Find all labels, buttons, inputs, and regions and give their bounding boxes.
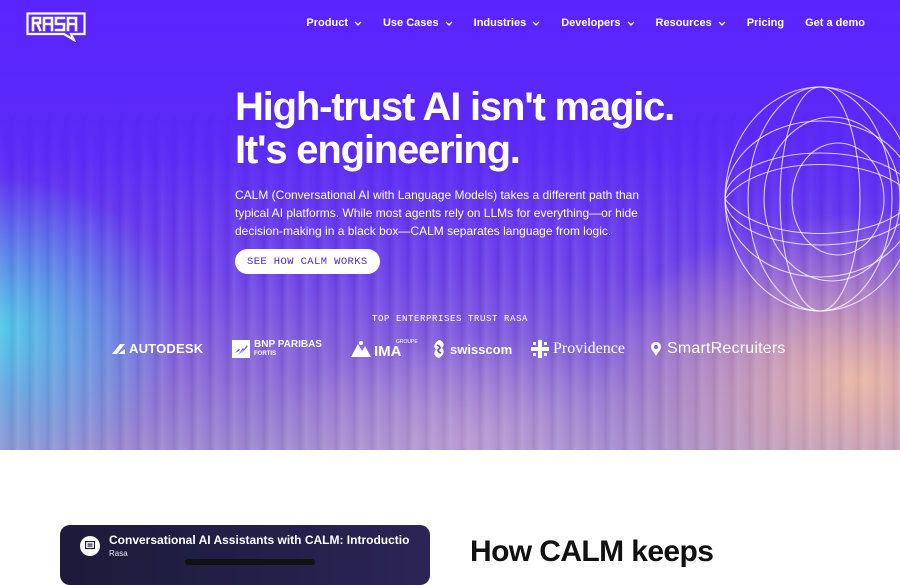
chevron-down-icon — [627, 21, 634, 26]
nav-pricing[interactable]: Pricing — [747, 17, 784, 29]
nav-industries-label: Industries — [473, 17, 527, 29]
main-nav: Product Use Cases Industries Developers … — [285, 14, 865, 32]
providence-logo: Providence — [531, 340, 625, 358]
wireframe-globe-graphic — [724, 86, 900, 312]
rasa-channel-icon — [85, 541, 95, 550]
nav-industries[interactable]: Industries — [474, 17, 541, 29]
swisscom-logo-icon — [434, 340, 444, 358]
autodesk-logo-icon — [112, 343, 125, 354]
providence-logo-icon — [531, 340, 549, 358]
bnp-paribas-logo: BNP PARIBAS FORTIS — [232, 339, 322, 358]
bnp-paribas-logo-text: BNP PARIBAS — [254, 339, 322, 350]
swisscom-logo-text: swisscom — [450, 341, 513, 357]
nav-use-cases-label: Use Cases — [382, 17, 439, 29]
hero-headline-line-2: It's engineering. — [235, 128, 521, 172]
autodesk-logo-text: AUTODESK — [129, 341, 204, 356]
autodesk-logo: AUTODESK — [112, 341, 203, 356]
nav-resources-label: Resources — [655, 17, 712, 29]
bnp-paribas-logo-subtext: FORTIS — [254, 351, 276, 357]
nav-pricing-label: Pricing — [746, 17, 785, 29]
video-embed[interactable]: Conversational AI Assistants with CALM: … — [60, 525, 430, 585]
nav-resources[interactable]: Resources — [656, 17, 726, 29]
video-play-bar[interactable] — [185, 559, 315, 565]
nav-product-label: Product — [306, 17, 348, 29]
groupe-ima-logo: GROUPE IMA — [350, 339, 418, 359]
providence-logo-text: Providence — [553, 340, 625, 357]
nav-product[interactable]: Product — [306, 17, 362, 29]
nav-developers[interactable]: Developers — [561, 17, 634, 29]
nav-get-a-demo[interactable]: Get a demo — [805, 17, 865, 29]
trust-label: TOP ENTERPRISES TRUST RASA — [371, 314, 529, 324]
see-how-calm-works-button[interactable]: SEE HOW CALM WORKS — [235, 249, 380, 274]
bnp-paribas-logo-wordmark: BNP PARIBAS FORTIS — [254, 339, 322, 358]
hero-section: Product Use Cases Industries Developers … — [0, 0, 900, 450]
ima-logo-text: IMA — [374, 343, 402, 360]
nav-developers-label: Developers — [561, 17, 621, 29]
chevron-down-icon — [532, 21, 540, 26]
chevron-down-icon — [354, 21, 362, 26]
smartrecruiters-logo-text: SmartRecruiters — [667, 340, 786, 357]
ima-logo-icon — [351, 341, 371, 357]
smartrecruiters-logo: SmartRecruiters — [650, 340, 786, 358]
chevron-down-icon — [445, 21, 453, 26]
video-channel-name[interactable]: Rasa — [109, 549, 128, 558]
section-heading: How CALM keeps — [470, 535, 714, 568]
ima-logo-wordmark: GROUPE IMA — [374, 339, 418, 359]
channel-avatar[interactable] — [80, 536, 100, 556]
rasa-logo[interactable] — [26, 12, 86, 42]
smartrecruiters-logo-icon — [651, 342, 661, 356]
hero-headline: High-trust AI isn't magic. It's engineer… — [235, 85, 675, 172]
bnp-paribas-logo-icon — [232, 339, 250, 358]
swisscom-logo: swisscom — [431, 339, 512, 359]
nav-use-cases[interactable]: Use Cases — [383, 17, 453, 29]
hero-description: CALM (Conversational AI with Language Mo… — [235, 188, 640, 238]
hero-headline-line-1: High-trust AI isn't magic. — [235, 85, 675, 129]
nav-get-a-demo-label: Get a demo — [805, 17, 865, 29]
video-title[interactable]: Conversational AI Assistants with CALM: … — [109, 533, 409, 547]
chevron-down-icon — [718, 21, 726, 26]
